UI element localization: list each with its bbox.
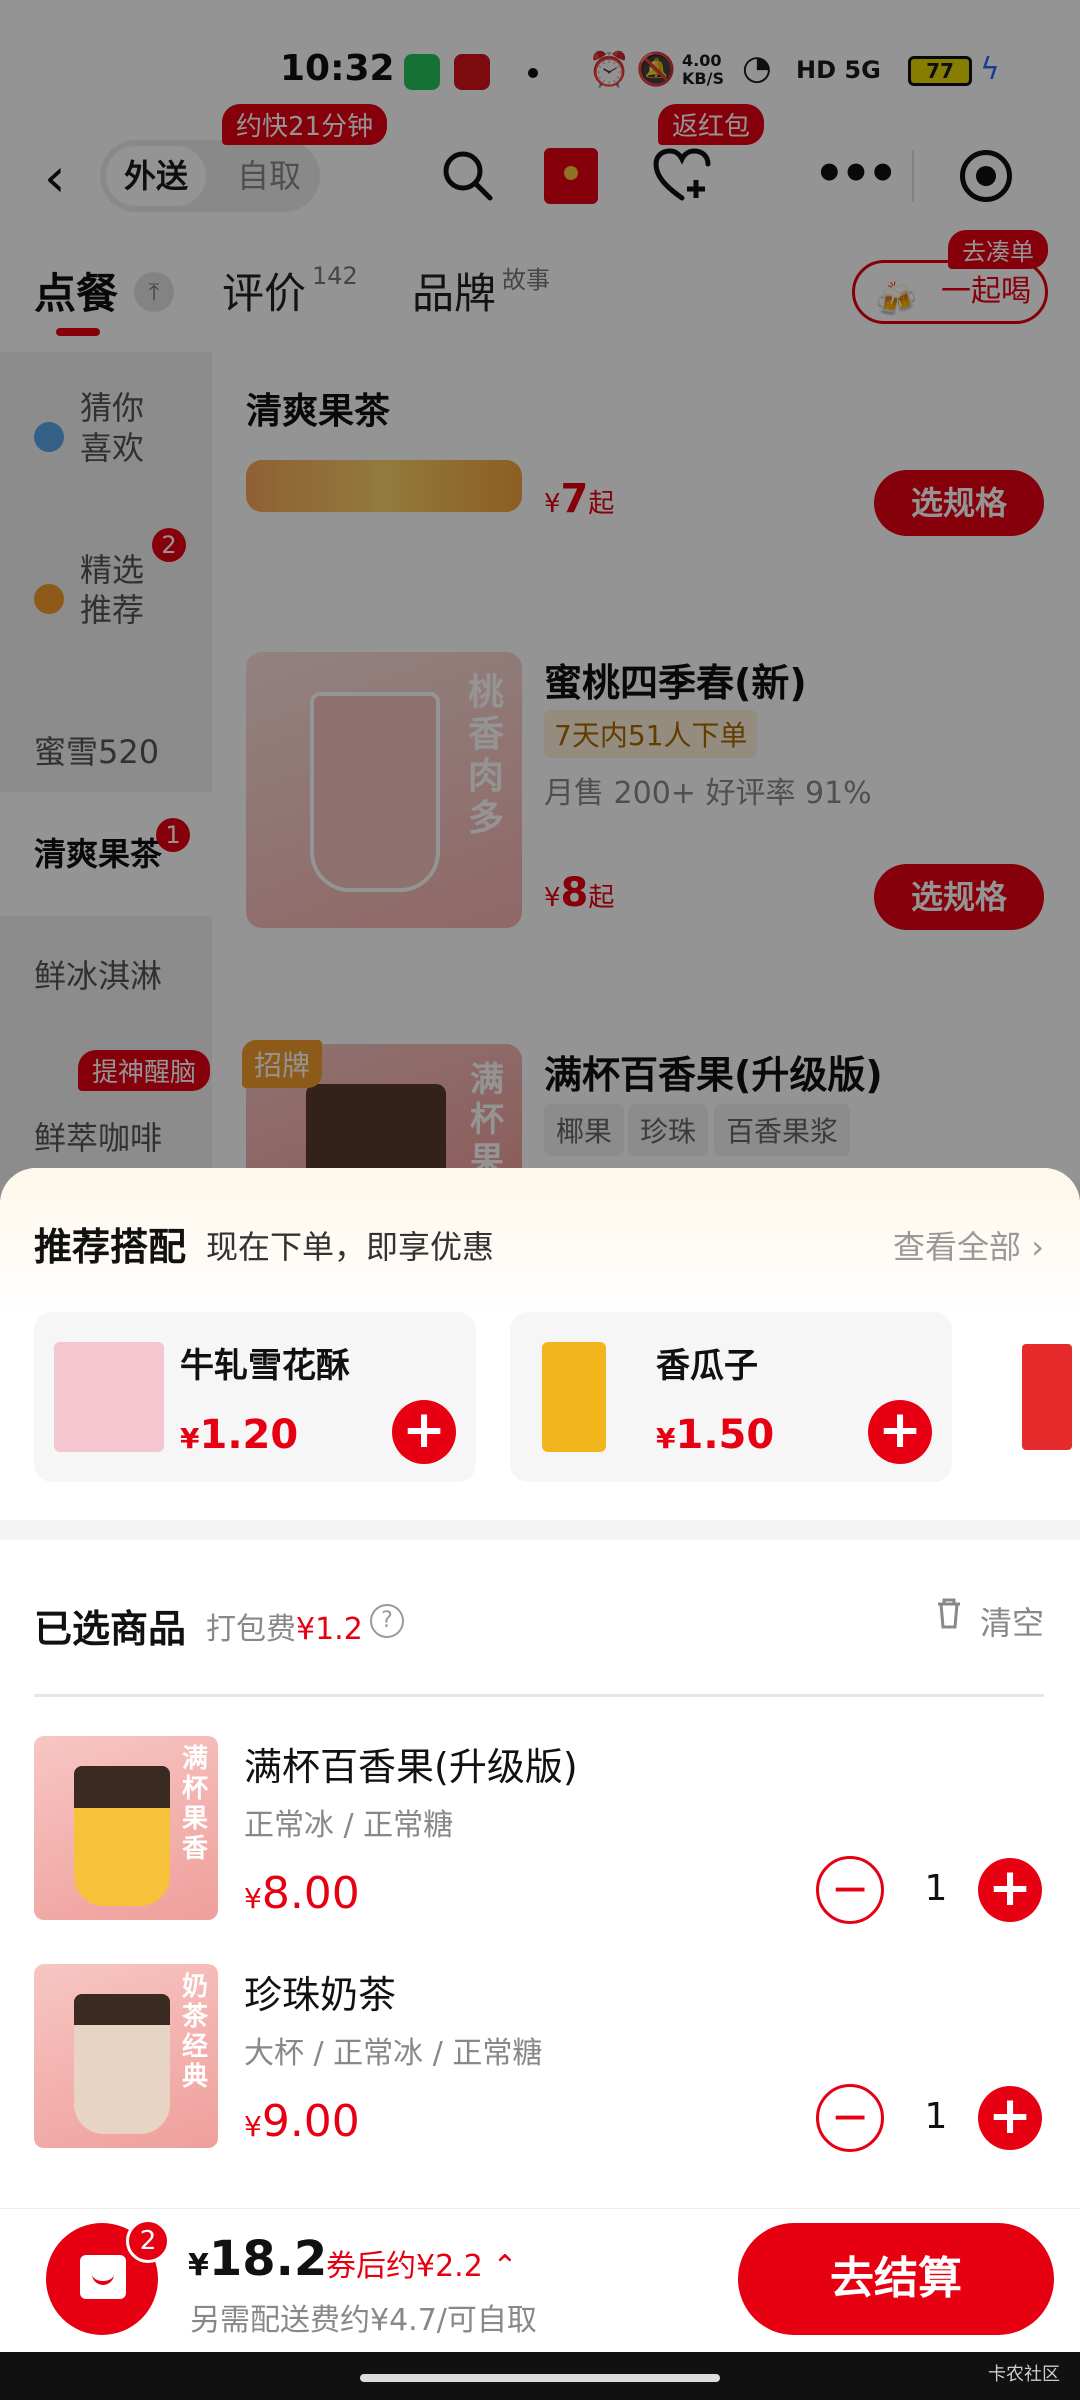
clear-cart-button[interactable]: 清空 (980, 1598, 1044, 1644)
selected-title: 已选商品 (34, 1607, 187, 1651)
cart-count-badge: 2 (126, 2219, 170, 2263)
product-image-text: 满杯果香 (182, 1744, 209, 1864)
increase-qty-button[interactable]: + (978, 2086, 1042, 2150)
packing-fee: 打包费¥1.2 (206, 1612, 363, 1647)
product-thumbnail[interactable] (1022, 1344, 1072, 1450)
system-nav-bar: 卡农社区 (0, 2352, 1080, 2400)
help-icon[interactable]: ? (370, 1604, 404, 1638)
cart-item-options: 大杯 / 正常冰 / 正常糖 (244, 2036, 543, 2071)
add-button[interactable]: + (868, 1400, 932, 1464)
decrease-qty-button[interactable]: − (816, 1856, 884, 1924)
recommend-price: ¥1.50 (656, 1412, 775, 1458)
divider (34, 1694, 1044, 1697)
shopping-bag-icon (80, 2255, 126, 2299)
recommend-subtitle: 现在下单，即享优惠 (206, 1228, 495, 1266)
section-divider (0, 1520, 1080, 1540)
cart-item-price: ¥8.00 (244, 1868, 360, 1919)
checkout-button[interactable]: 去结算 (738, 2223, 1054, 2335)
recommend-name: 牛轧雪花酥 (180, 1346, 350, 1386)
cart-item-name: 满杯百香果(升级版) (244, 1745, 578, 1789)
recommend-card[interactable]: 牛轧雪花酥 ¥1.20 + (34, 1312, 476, 1482)
cart-item-price: ¥9.00 (244, 2096, 360, 2147)
delivery-fee-note: 另需配送费约¥4.7/可自取 (190, 2303, 537, 2338)
recommend-name: 香瓜子 (656, 1346, 758, 1386)
cart-sheet: 推荐搭配 现在下单，即享优惠 查看全部 › 牛轧雪花酥 ¥1.20 + 香瓜子 … (0, 1168, 1080, 2216)
product-thumbnail (542, 1342, 606, 1452)
quantity-value: 1 (924, 2096, 948, 2137)
recommend-price: ¥1.20 (180, 1412, 299, 1458)
trash-icon[interactable] (934, 1596, 964, 1630)
product-thumbnail (54, 1342, 164, 1452)
cart-item-options: 正常冰 / 正常糖 (244, 1808, 454, 1843)
decrease-qty-button[interactable]: − (816, 2084, 884, 2152)
cup-illustration (74, 1766, 170, 1906)
increase-qty-button[interactable]: + (978, 1858, 1042, 1922)
quantity-value: 1 (924, 1868, 948, 1909)
watermark: 卡农社区 (988, 2364, 1060, 2385)
add-button[interactable]: + (392, 1400, 456, 1464)
recommend-section: 推荐搭配 现在下单，即享优惠 查看全部 › 牛轧雪花酥 ¥1.20 + 香瓜子 … (0, 1168, 1080, 1540)
recommend-card[interactable]: 香瓜子 ¥1.50 + (510, 1312, 952, 1482)
cart-item-image: 奶茶经典 (34, 1964, 218, 2148)
cart-item-image: 满杯果香 (34, 1736, 218, 1920)
product-image-text: 奶茶经典 (182, 1972, 209, 2092)
view-all-link[interactable]: 查看全部 › (893, 1222, 1044, 1268)
cart-total: ¥18.2 (188, 2231, 328, 2287)
checkout-bar: 2 ¥18.2 券后约¥2.2 ⌃ 另需配送费约¥4.7/可自取 去结算 (0, 2208, 1080, 2352)
cart-item-name: 珍珠奶茶 (244, 1973, 397, 2017)
store-page: 10:32 ⏰ 🔕 4.00 KB/S ◔ HD 5G 77 ϟ ‹ 外送 自取… (0, 0, 1080, 1184)
modal-overlay[interactable] (0, 0, 1080, 1180)
recommend-title: 推荐搭配 (34, 1225, 187, 1269)
home-indicator[interactable] (360, 2374, 720, 2382)
cup-illustration (74, 1994, 170, 2134)
coupon-estimate[interactable]: 券后约¥2.2 ⌃ (326, 2241, 517, 2285)
